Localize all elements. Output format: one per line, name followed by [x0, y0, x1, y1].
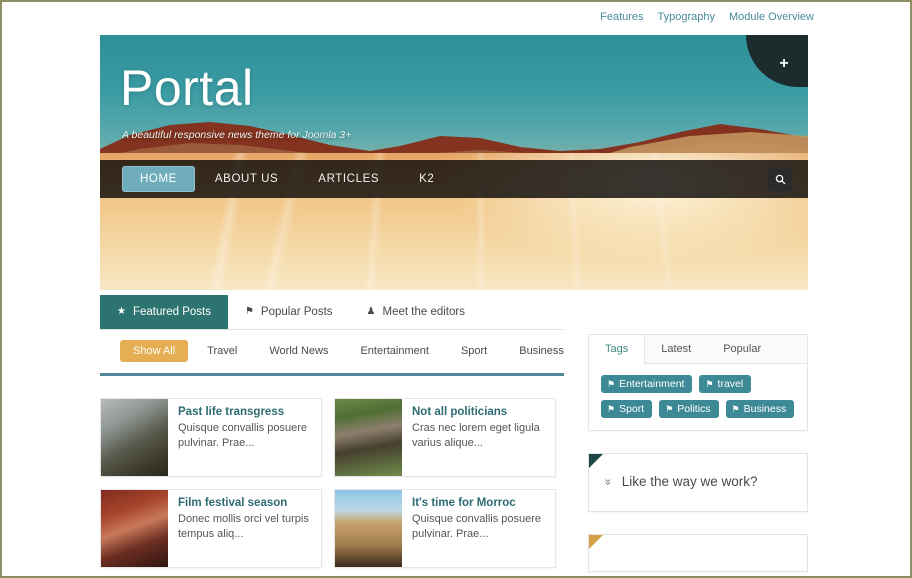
nav-item-articles[interactable]: ARTICLES: [298, 160, 399, 198]
topnav-link-typography[interactable]: Typography: [658, 11, 715, 23]
article-excerpt: Cras nec lorem eget ligula varius alique…: [412, 422, 540, 449]
page-root: Features Typography Module Overview Port…: [2, 2, 910, 576]
tab-featured-posts-label: Featured Posts: [132, 306, 211, 318]
filter-sport[interactable]: Sport: [448, 340, 500, 362]
nav-item-about-us[interactable]: ABOUT US: [195, 160, 298, 198]
site-tagline: A beautiful responsive news theme for Jo…: [122, 129, 352, 141]
bookmark-icon: ⚑: [244, 306, 254, 317]
article-title[interactable]: Film festival season: [178, 497, 312, 509]
featured-tabs: ★ Featured Posts ⚑ Popular Posts ♟ Meet …: [100, 295, 564, 330]
double-chevron-down-icon[interactable]: »: [601, 478, 615, 485]
tags-module: Tags Latest Popular ⚑ Entertainment ⚑ tr…: [588, 334, 808, 431]
sidebar-tab-latest[interactable]: Latest: [645, 335, 707, 363]
tag-icon: ⚑: [607, 403, 616, 414]
tag-label: Sport: [619, 403, 645, 415]
article-title[interactable]: It's time for Morroc: [412, 497, 546, 509]
tag-icon: ⚑: [705, 378, 714, 389]
tab-meet-the-editors[interactable]: ♟ Meet the editors: [350, 295, 482, 329]
tab-popular-posts-label: Popular Posts: [260, 306, 333, 318]
sidebar-tab-tags[interactable]: Tags: [589, 335, 646, 364]
star-icon: ★: [117, 306, 126, 317]
topnav-link-module-overview[interactable]: Module Overview: [729, 11, 814, 23]
filter-show-all[interactable]: Show All: [120, 340, 189, 362]
article-card[interactable]: It's time for Morroc Quisque convallis p…: [334, 489, 556, 568]
hero-banner: Portal A beautiful responsive news theme…: [100, 35, 808, 290]
filter-world-news[interactable]: World News: [256, 340, 341, 362]
module-header: » Like the way we work?: [589, 454, 807, 511]
sidebar: Tags Latest Popular ⚑ Entertainment ⚑ tr…: [588, 334, 808, 576]
tag-label: Entertainment: [619, 378, 685, 390]
secondary-module[interactable]: [588, 534, 808, 572]
sidebar-tab-popular[interactable]: Popular: [707, 335, 777, 363]
article-card[interactable]: Film festival season Donec mollis orci v…: [100, 489, 322, 568]
article-excerpt: Quisque convallis posuere pulvinar. Prae…: [178, 422, 308, 449]
tag-entertainment[interactable]: ⚑ Entertainment: [601, 375, 693, 393]
tag-label: Politics: [677, 403, 711, 415]
tag-icon: ⚑: [607, 378, 616, 389]
nav-item-home[interactable]: HOME: [122, 166, 195, 192]
article-thumbnail: [335, 399, 402, 476]
tag-politics[interactable]: ⚑ Politics: [659, 400, 719, 418]
article-thumbnail: [101, 490, 168, 567]
article-thumbnail: [101, 399, 168, 476]
category-filters: Show All Travel World News Entertainment…: [120, 340, 570, 362]
article-title[interactable]: Past life transgress: [178, 406, 312, 418]
tag-label: travel: [717, 378, 744, 390]
user-icon: ♟: [366, 306, 376, 317]
article-excerpt: Quisque convallis posuere pulvinar. Prae…: [412, 513, 542, 540]
article-thumbnail: [335, 490, 402, 567]
tag-business[interactable]: ⚑ Business: [725, 400, 795, 418]
article-title[interactable]: Not all politicians: [412, 406, 546, 418]
article-grid: Past life transgress Quisque convallis p…: [100, 398, 566, 568]
nav-item-k2[interactable]: K2: [399, 160, 454, 198]
article-card[interactable]: Not all politicians Cras nec lorem eget …: [334, 398, 556, 477]
module-title: Like the way we work?: [621, 474, 758, 489]
tab-popular-posts[interactable]: ⚑ Popular Posts: [228, 295, 350, 329]
tag-icon: ⚑: [665, 403, 674, 414]
topnav-link-features[interactable]: Features: [600, 11, 643, 23]
section-divider: [100, 373, 564, 376]
tag-label: Business: [743, 403, 787, 415]
article-excerpt: Donec mollis orci vel turpis tempus aliq…: [178, 513, 309, 540]
filter-business[interactable]: Business: [506, 340, 577, 362]
corner-ribbon: [589, 535, 603, 549]
tag-cloud: ⚑ Entertainment ⚑ travel ⚑ Sport ⚑ Polit…: [589, 364, 807, 430]
main-navigation: HOME ABOUT US ARTICLES K2: [100, 160, 808, 198]
filter-travel[interactable]: Travel: [194, 340, 250, 362]
top-utility-nav: Features Typography Module Overview: [2, 2, 910, 32]
site-title: Portal: [120, 60, 254, 116]
tag-icon: ⚑: [731, 403, 740, 414]
filter-entertainment[interactable]: Entertainment: [347, 340, 441, 362]
article-card[interactable]: Past life transgress Quisque convallis p…: [100, 398, 322, 477]
tag-sport[interactable]: ⚑ Sport: [601, 400, 653, 418]
search-icon[interactable]: [768, 167, 792, 191]
tags-module-tabs: Tags Latest Popular: [589, 335, 807, 364]
tag-travel[interactable]: ⚑ travel: [699, 375, 752, 393]
tab-featured-posts[interactable]: ★ Featured Posts: [100, 295, 228, 329]
tab-meet-the-editors-label: Meet the editors: [382, 306, 465, 318]
like-the-way-we-work-module[interactable]: » Like the way we work?: [588, 453, 808, 512]
corner-ribbon: [589, 454, 603, 468]
